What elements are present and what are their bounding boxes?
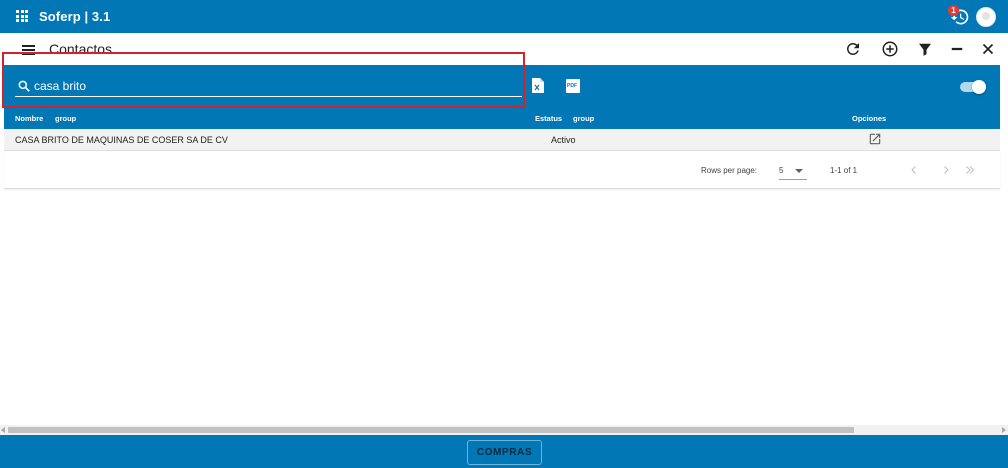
scrollbar-thumb[interactable] [8, 427, 854, 433]
rows-per-page-select[interactable]: 5 [779, 166, 807, 180]
cell-nombre: CASA BRITO DE MAQUINAS DE COSER SA DE CV [15, 135, 228, 145]
excel-export-icon[interactable] [531, 77, 545, 94]
column-group-nombre[interactable]: group [55, 114, 76, 123]
pdf-export-icon[interactable]: PDF [566, 79, 580, 93]
table-row[interactable]: CASA BRITO DE MAQUINAS DE COSER SA DE CV… [4, 129, 1000, 151]
close-icon[interactable] [979, 40, 997, 58]
notification-badge: 1 [948, 5, 959, 16]
first-page-icon[interactable] [908, 164, 920, 176]
last-page-icon[interactable] [964, 164, 976, 176]
app-title: Soferp | 3.1 [39, 9, 111, 24]
app-bar [0, 0, 1008, 33]
cell-estatus: Activo [551, 135, 576, 145]
minimize-icon[interactable] [948, 40, 966, 58]
column-header-estatus[interactable]: Estatus [535, 114, 562, 123]
user-avatar[interactable] [976, 7, 996, 27]
caret-down-icon [795, 169, 803, 173]
column-header-opciones: Opciones [852, 114, 887, 123]
table-header: Nombre group Estatus group Opciones [4, 109, 1000, 129]
column-header-nombre[interactable]: Nombre [15, 114, 43, 123]
pdf-label: PDF [567, 83, 577, 89]
toggle-thumb [972, 80, 986, 94]
view-toggle[interactable] [960, 80, 986, 94]
highlight-annotation [2, 52, 525, 108]
add-circle-icon[interactable] [881, 40, 899, 58]
pagination-bar: Rows per page: 5 1-1 of 1 [4, 151, 1000, 189]
open-in-new-icon[interactable] [868, 132, 882, 146]
horizontal-scrollbar[interactable] [0, 425, 1008, 435]
filter-icon[interactable] [916, 40, 934, 58]
rows-per-page-value: 5 [779, 166, 784, 175]
scroll-right-arrow-icon[interactable] [1002, 427, 1006, 433]
column-group-estatus[interactable]: group [573, 114, 594, 123]
rows-per-page-label: Rows per page: [701, 166, 758, 175]
compras-button[interactable]: COMPRAS [467, 440, 542, 465]
pagination-range: 1-1 of 1 [830, 166, 858, 175]
apps-grid-icon[interactable] [16, 10, 28, 22]
next-page-icon[interactable] [940, 164, 952, 176]
refresh-icon[interactable] [844, 40, 862, 58]
scroll-left-arrow-icon[interactable] [1, 427, 5, 433]
